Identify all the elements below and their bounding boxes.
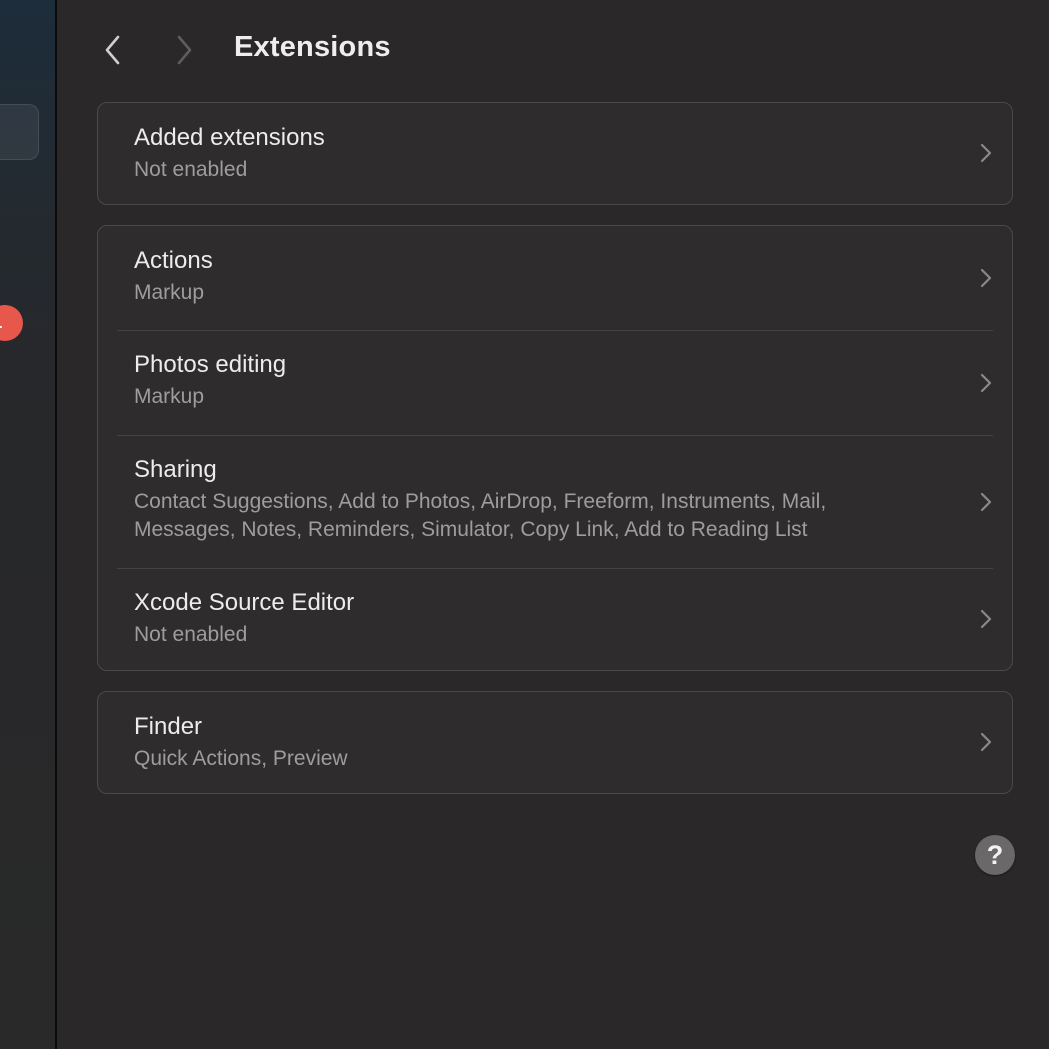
extensions-group-finder: Finder Quick Actions, Preview [97,691,1013,794]
row-subtitle: Markup [134,385,205,408]
notification-badge-count: 1 [0,305,7,341]
help-button[interactable]: ? [975,835,1015,875]
sidebar-selected-item[interactable] [0,104,39,160]
chevron-right-icon [978,267,994,289]
question-mark-icon: ? [986,840,1004,870]
chevron-left-icon [105,35,120,65]
row-subtitle: Quick Actions, Preview [134,747,348,770]
row-title: Sharing [134,456,217,483]
chevron-right-icon [978,372,994,394]
list-item-finder[interactable]: Finder Quick Actions, Preview [98,692,1012,792]
chevron-right-icon [177,35,192,65]
sidebar: 1 [0,0,55,1049]
system-settings-window: 1 Extensions Added extensions Not enable… [0,0,1049,1049]
list-item-actions[interactable]: Actions Markup [98,226,1012,330]
row-title: Finder [134,713,203,740]
row-subtitle: Not enabled [134,623,248,646]
row-subtitle: Markup [134,281,205,304]
row-subtitle-line-2: Messages, Notes, Reminders, Simulator, C… [134,518,808,541]
list-item-sharing[interactable]: Sharing Contact Suggestions, Add to Phot… [98,435,1012,568]
chevron-right-icon [978,142,994,164]
main-content: Extensions Added extensions Not enabled … [57,0,1049,1049]
chevron-right-icon [978,731,994,753]
chevron-right-icon [978,491,994,513]
extensions-group-system: Actions Markup Photos editing Markup Sha… [97,225,1013,671]
back-button[interactable] [93,30,133,70]
row-subtitle-line-1: Contact Suggestions, Add to Photos, AirD… [134,490,827,513]
list-item-added-extensions[interactable]: Added extensions Not enabled [98,103,1012,203]
toolbar: Extensions [57,0,1049,100]
row-subtitle: Not enabled [134,158,248,181]
row-title: Actions [134,247,213,274]
page-title: Extensions [234,31,391,63]
extensions-group-added: Added extensions Not enabled [97,102,1013,205]
row-title: Added extensions [134,124,325,151]
row-title: Xcode Source Editor [134,589,355,616]
list-item-photos-editing[interactable]: Photos editing Markup [98,330,1012,435]
forward-button[interactable] [164,30,204,70]
chevron-right-icon [978,608,994,630]
list-item-xcode-source-editor[interactable]: Xcode Source Editor Not enabled [98,568,1012,669]
notification-badge: 1 [0,305,23,341]
row-title: Photos editing [134,351,287,378]
